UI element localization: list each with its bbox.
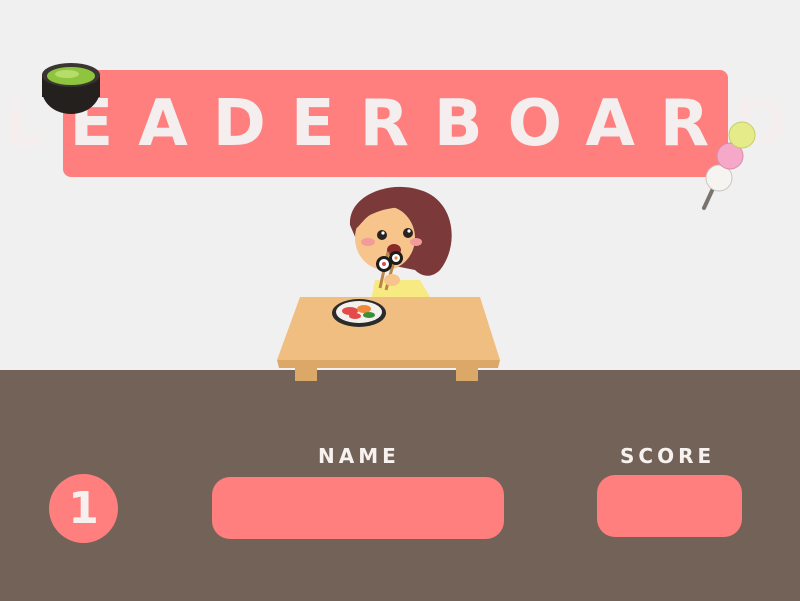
player-score-field (597, 475, 742, 537)
score-column-label: SCORE (620, 444, 716, 468)
name-column-label: NAME (318, 444, 400, 468)
leaderboard-title: LEADERBOARD (3, 86, 800, 161)
dango-skewer-icon (702, 121, 756, 210)
player-name-field (212, 477, 504, 539)
leaderboard-banner: LEADERBOARD (3, 70, 800, 177)
matcha-bowl-icon (42, 63, 100, 114)
rank-number: 1 (68, 483, 99, 534)
rank-badge: 1 (49, 474, 118, 543)
sushi-eater-illustration (277, 186, 500, 381)
